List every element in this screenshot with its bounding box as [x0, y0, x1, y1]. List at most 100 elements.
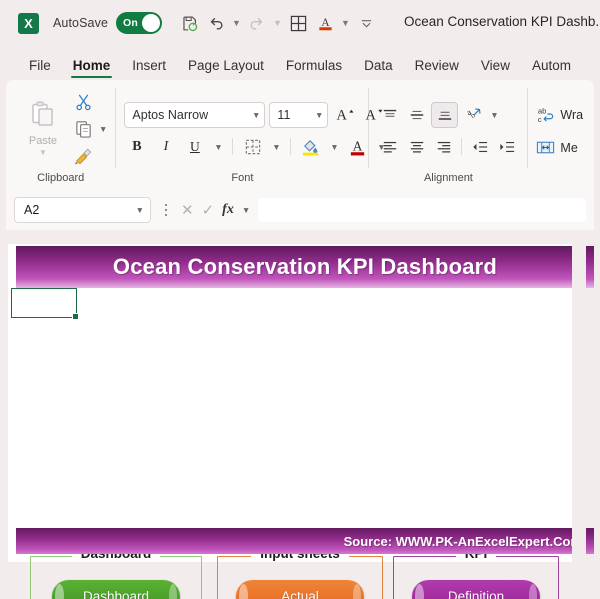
font-divider-2 [290, 138, 292, 155]
svg-text:c: c [538, 115, 542, 124]
enter-formula-icon[interactable]: ✓ [202, 201, 215, 219]
panel-dashboard-buttons: Dashboard KPI Trend [30, 580, 202, 599]
formula-input[interactable] [258, 198, 586, 222]
tab-home[interactable]: Home [62, 58, 122, 80]
borders-button[interactable] [240, 135, 265, 159]
undo-icon[interactable] [203, 10, 229, 36]
worksheet-area: Ocean Conservation KPI Dashboard Dashboa… [0, 244, 600, 599]
borders-icon[interactable] [285, 10, 311, 36]
alignment-row-bottom [377, 135, 519, 159]
kebab-dot-1 [164, 203, 168, 207]
tab-automate[interactable]: Autom [521, 58, 582, 80]
font-color-button[interactable]: A [345, 135, 370, 159]
excel-window: X AutoSave On ▼ ▼ A ▼ Ocean Conservation… [0, 0, 600, 599]
ribbon-group-font: Aptos Narrow ▼ 11 ▼ A A B I U ▼ ▼ ▼ A ▼ … [116, 80, 386, 190]
ribbon: Paste ▼ ▼ Clipboard Aptos Narrow ▼ 11 ▼ … [6, 80, 594, 190]
insert-function-icon[interactable]: fx [222, 202, 234, 218]
font-row-bottom: B I U ▼ ▼ ▼ A ▼ [124, 135, 388, 159]
align-left-button[interactable] [377, 135, 402, 159]
save-refresh-icon[interactable] [176, 10, 202, 36]
orientation-button[interactable]: a b [460, 103, 485, 127]
tab-page-layout[interactable]: Page Layout [177, 58, 275, 80]
paste-button[interactable]: Paste ▼ [14, 100, 72, 157]
format-painter-button[interactable] [74, 144, 107, 168]
borders-dropdown-chevron-icon[interactable]: ▼ [269, 135, 283, 159]
wrap-merge-group-label [528, 172, 594, 190]
sheet-canvas: Ocean Conservation KPI Dashboard Dashboa… [8, 244, 594, 599]
dashboard-button-label: Dashboard [82, 589, 150, 599]
align-center-button[interactable] [404, 135, 429, 159]
underline-dropdown-chevron-icon[interactable]: ▼ [211, 135, 225, 159]
font-size-chevron-icon[interactable]: ▼ [315, 110, 323, 120]
ribbon-group-clipboard: Paste ▼ ▼ Clipboard [6, 80, 115, 190]
tab-file[interactable]: File [18, 58, 62, 80]
align-middle-button[interactable] [404, 103, 429, 127]
dashboard-button[interactable]: Dashboard [52, 580, 180, 599]
kebab-dot-3 [164, 213, 168, 217]
font-size-input[interactable]: 11 ▼ [269, 101, 329, 128]
source-footer-text: Source: WWW.PK-AnExcelExpert.Com [343, 533, 582, 549]
orientation-dropdown-chevron-icon[interactable]: ▼ [487, 103, 501, 127]
clipboard-commands: ▼ [72, 90, 107, 168]
tab-formulas[interactable]: Formulas [275, 58, 353, 80]
copy-dropdown-chevron-icon[interactable]: ▼ [99, 124, 107, 134]
name-box[interactable]: A2 ▼ [14, 197, 151, 223]
tab-view[interactable]: View [470, 58, 521, 80]
formula-bar-expand-chevron-icon[interactable]: ▼ [242, 205, 250, 215]
name-box-chevron-icon[interactable]: ▼ [136, 205, 144, 215]
quick-access-toolbar: ▼ ▼ A ▼ [176, 10, 379, 36]
selected-cell-a2[interactable] [11, 288, 79, 320]
formula-actions: ✕ ✓ fx ▼ [181, 201, 250, 219]
redo-dropdown-chevron-icon[interactable]: ▼ [271, 10, 284, 36]
copy-button[interactable]: ▼ [74, 117, 107, 141]
increase-font-size-button[interactable]: A [332, 103, 357, 127]
paste-dropdown-chevron-icon[interactable]: ▼ [39, 148, 47, 157]
tab-review[interactable]: Review [404, 58, 470, 80]
excel-logo-icon: X [18, 12, 39, 34]
wrap-text-button[interactable]: ab c Wra [536, 102, 583, 128]
ribbon-tab-bar: File Home Insert Page Layout Formulas Da… [0, 46, 600, 80]
align-bottom-button[interactable] [431, 101, 459, 128]
font-divider [232, 138, 234, 155]
font-name-chevron-icon[interactable]: ▼ [252, 110, 260, 120]
align-right-button[interactable] [431, 135, 456, 159]
merge-center-button[interactable]: Me [536, 135, 578, 161]
fill-color-dropdown-chevron-icon[interactable]: ▼ [327, 135, 341, 159]
cancel-formula-icon[interactable]: ✕ [181, 201, 194, 219]
formula-bar-options-icon[interactable] [157, 203, 175, 217]
cut-button[interactable] [74, 90, 107, 114]
bold-button[interactable]: B [124, 135, 149, 159]
underline-button[interactable]: U [182, 135, 207, 159]
autosave-toggle[interactable]: On [116, 12, 163, 34]
font-color-dropdown-chevron-icon[interactable]: ▼ [339, 10, 352, 36]
decrease-indent-button[interactable] [467, 135, 492, 159]
fill-color-button[interactable] [298, 135, 323, 159]
panel-kpi-buttons: Definition [393, 580, 559, 599]
font-color-icon[interactable]: A [312, 10, 338, 36]
toggle-knob [142, 14, 161, 32]
excel-logo-letter: X [24, 15, 33, 31]
increase-indent-button[interactable] [494, 135, 519, 159]
formula-bar: A2 ▼ ✕ ✓ fx ▼ [6, 190, 594, 230]
svg-text:b: b [469, 110, 477, 120]
paste-label: Paste [28, 135, 58, 147]
alignment-divider [461, 138, 463, 155]
autosave-label: AutoSave [53, 16, 109, 30]
undo-dropdown-chevron-icon[interactable]: ▼ [230, 10, 243, 36]
align-top-button[interactable] [377, 103, 402, 127]
title-bar: X AutoSave On ▼ ▼ A ▼ Ocean Conservation… [0, 0, 600, 46]
definition-button[interactable]: Definition [412, 580, 540, 599]
actual-button[interactable]: Actual [236, 580, 364, 599]
font-name-input[interactable]: Aptos Narrow ▼ [124, 101, 266, 128]
font-group-label: Font [231, 172, 254, 184]
italic-button[interactable]: I [153, 135, 178, 159]
customize-quick-access-icon[interactable] [353, 10, 379, 36]
merge-center-label: Me [560, 140, 578, 155]
sheet-right-margin [572, 244, 586, 562]
svg-text:A: A [321, 17, 330, 29]
font-name-value: Aptos Narrow [132, 107, 209, 122]
panel-input-sheets: Input sheets Actual Target Previous Year [217, 546, 383, 599]
tab-data[interactable]: Data [353, 58, 404, 80]
tab-insert[interactable]: Insert [121, 58, 177, 80]
redo-icon[interactable] [244, 10, 270, 36]
